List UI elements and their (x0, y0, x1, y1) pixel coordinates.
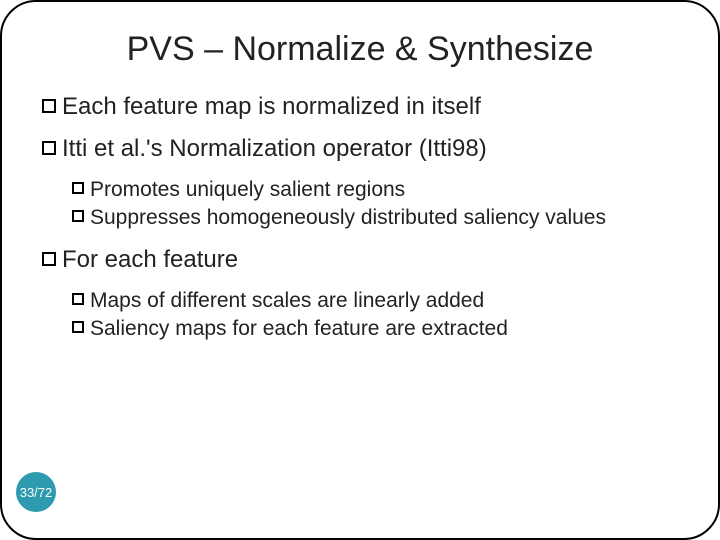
sub-bullet-item: Maps of different scales are linearly ad… (72, 288, 678, 314)
sub-bullet-text: Promotes uniquely salient regions (90, 177, 678, 203)
sub-bullet-item: Promotes uniquely salient regions (72, 177, 678, 203)
sub-bullet-text: Saliency maps for each feature are extra… (90, 316, 678, 342)
bullet-text: Each feature map is normalized in itself (62, 93, 678, 121)
square-bullet-icon (72, 321, 84, 333)
page-number-badge: 33/72 (16, 472, 56, 512)
slide-frame: PVS – Normalize & Synthesize Each featur… (0, 0, 720, 540)
sub-bullet-item: Saliency maps for each feature are extra… (72, 316, 678, 342)
sub-bullet-text: Suppresses homogeneously distributed sal… (90, 205, 678, 231)
square-bullet-icon (72, 293, 84, 305)
bullet-item: For each feature (42, 246, 678, 274)
sub-bullet-list: Promotes uniquely salient regions Suppre… (72, 177, 678, 232)
square-bullet-icon (42, 141, 56, 155)
sub-bullet-text: Maps of different scales are linearly ad… (90, 288, 678, 314)
square-bullet-icon (72, 210, 84, 222)
sub-bullet-item: Suppresses homogeneously distributed sal… (72, 205, 678, 231)
square-bullet-icon (72, 182, 84, 194)
bullet-item: Each feature map is normalized in itself (42, 93, 678, 121)
square-bullet-icon (42, 99, 56, 113)
slide-title: PVS – Normalize & Synthesize (42, 30, 678, 69)
square-bullet-icon (42, 252, 56, 266)
bullet-text: Itti et al.'s Normalization operator (It… (62, 135, 678, 163)
sub-bullet-list: Maps of different scales are linearly ad… (72, 288, 678, 343)
bullet-item: Itti et al.'s Normalization operator (It… (42, 135, 678, 163)
bullet-text: For each feature (62, 246, 678, 274)
